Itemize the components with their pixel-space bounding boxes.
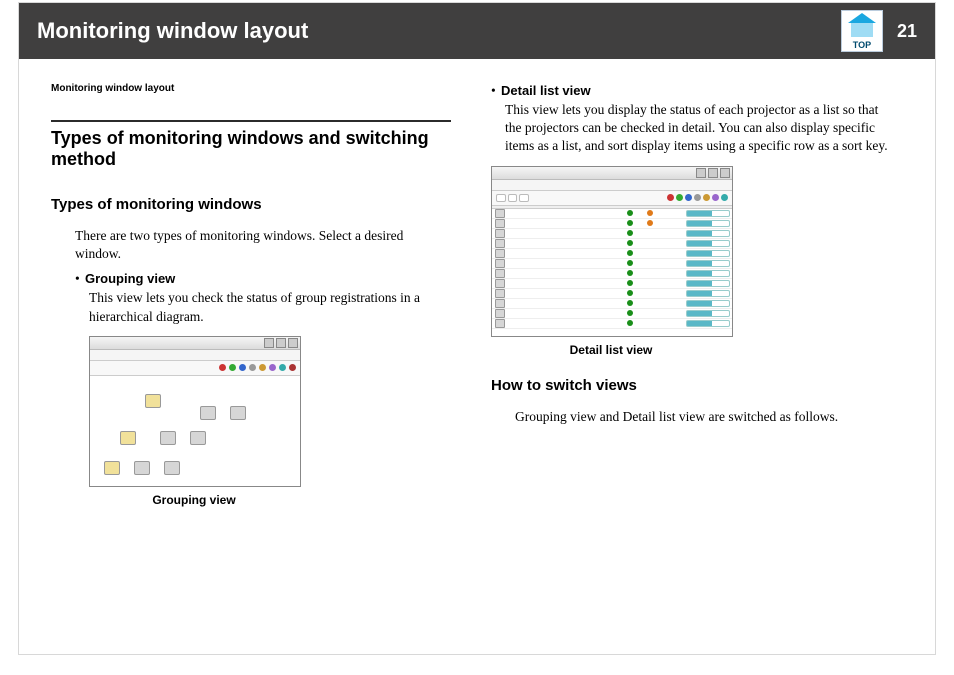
toolbar-icon [259,364,266,371]
window-min-icon [264,338,274,348]
toolbar-icon [676,194,683,201]
figure-detail: Detail list view [491,166,891,357]
table-row [492,269,732,279]
toolbar-icon [269,364,276,371]
bullet-grouping-desc: This view lets you check the status of g… [89,289,451,325]
bullet-dot-icon: • [75,271,85,287]
table-row [492,229,732,239]
bullet-grouping: •Grouping view [75,271,451,287]
window-max-icon [276,338,286,348]
toolbar-icon [703,194,710,201]
section-divider [51,120,451,122]
figure-detail-caption: Detail list view [491,343,731,357]
detail-list [492,206,732,336]
projector-node [230,406,246,420]
home-wall-icon [851,23,873,37]
bullet-dot-icon: • [491,83,501,99]
table-row [492,299,732,309]
window-menubar [90,350,300,361]
window-close-icon [720,168,730,178]
intro-text: There are two types of monitoring window… [75,227,451,263]
window-menubar [492,180,732,191]
toolbar-chip [496,194,506,202]
breadcrumb: Monitoring window layout [51,83,451,94]
home-icon-label: TOP [853,40,871,50]
table-row [492,219,732,229]
table-row [492,279,732,289]
bullet-grouping-label: Grouping view [85,271,175,286]
toolbar-icon [239,364,246,371]
figure-grouping: Grouping view [89,336,451,507]
right-column: •Detail list view This view lets you dis… [491,83,891,513]
toolbar-icon [694,194,701,201]
detail-toolbar [492,191,732,206]
page-number: 21 [897,21,917,42]
sub-heading-switch: How to switch views [491,377,891,394]
toolbar-icon [685,194,692,201]
window-titlebar [492,167,732,180]
toolbar-chip [508,194,518,202]
bullet-detail-label: Detail list view [501,83,591,98]
switch-text: Grouping view and Detail list view are s… [515,408,891,426]
table-row [492,249,732,259]
window-titlebar [90,337,300,350]
bullet-detail: •Detail list view [491,83,891,99]
projector-node [200,406,216,420]
bullet-detail-desc: This view lets you display the status of… [505,101,891,156]
toolbar-icon [712,194,719,201]
page-title: Monitoring window layout [37,18,308,44]
home-roof-icon [848,13,876,23]
toolbar-icon [279,364,286,371]
toolbar-icon [229,364,236,371]
section-heading: Types of monitoring windows and switchin… [51,128,451,170]
projector-node [134,461,150,475]
group-node [104,461,120,475]
projector-node [190,431,206,445]
table-row [492,289,732,299]
window-toolbar [90,361,300,376]
projector-node [164,461,180,475]
detail-window-mock [491,166,733,337]
table-row [492,319,732,329]
page-frame: Monitoring window layout TOP 21 Monitori… [18,2,936,655]
page-header: Monitoring window layout TOP 21 [19,3,935,59]
sub-heading-types: Types of monitoring windows [51,196,451,213]
table-row [492,239,732,249]
header-right: TOP 21 [841,10,917,52]
toolbar-icon [721,194,728,201]
home-top-icon[interactable]: TOP [841,10,883,52]
table-row [492,209,732,219]
window-close-icon [288,338,298,348]
window-max-icon [708,168,718,178]
toolbar-icon [249,364,256,371]
toolbar-icon [219,364,226,371]
projector-node [160,431,176,445]
left-column: Monitoring window layout Types of monito… [51,83,451,513]
toolbar-icon [667,194,674,201]
group-node [145,394,161,408]
grouping-window-mock [89,336,301,487]
table-row [492,259,732,269]
figure-grouping-caption: Grouping view [89,493,299,507]
toolbar-icon [289,364,296,371]
content-columns: Monitoring window layout Types of monito… [19,59,935,513]
window-min-icon [696,168,706,178]
grouping-body [90,376,300,486]
toolbar-chip [519,194,529,202]
group-node [120,431,136,445]
table-row [492,309,732,319]
